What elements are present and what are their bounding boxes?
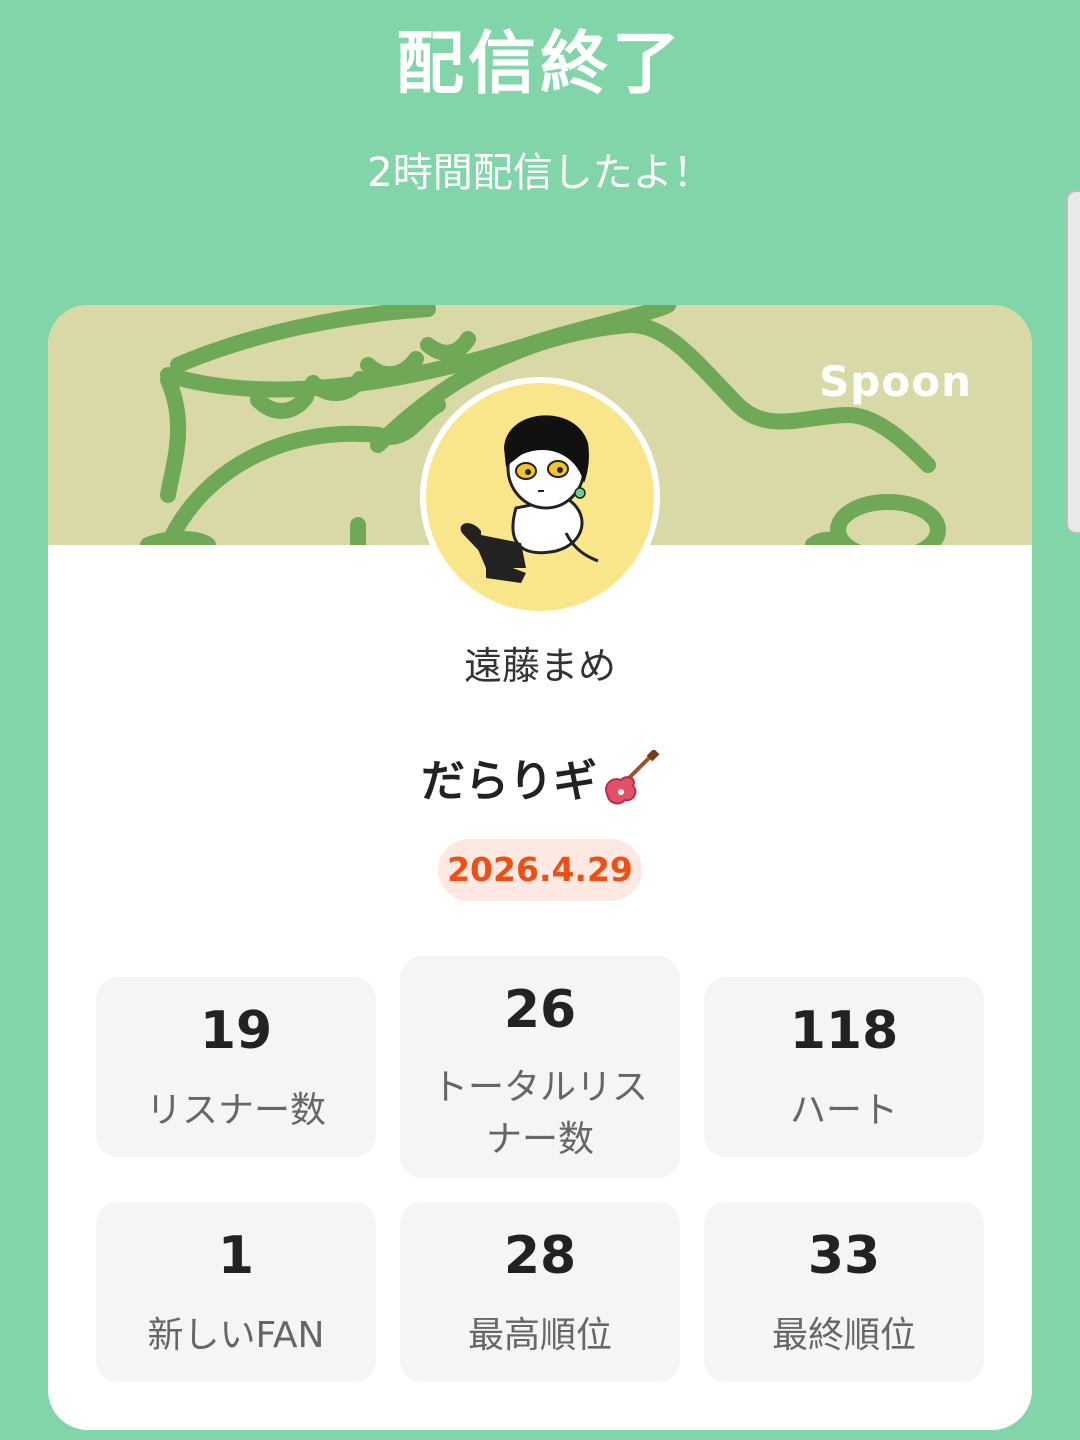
page-title: 配信終了 bbox=[395, 25, 684, 104]
broadcast-summary-card: Spoon 遠藤まめ だらりギ 2026.4.29 19 リスナー数 26 トー… bbox=[48, 305, 1032, 1430]
stat-label: リスナー数 bbox=[145, 1090, 326, 1131]
stat-hearts: 118 ハート bbox=[704, 977, 984, 1157]
stat-label: 最高順位 bbox=[467, 1315, 612, 1356]
stream-title-text: だらりギ bbox=[421, 756, 597, 807]
stat-listeners: 19 リスナー数 bbox=[96, 977, 376, 1157]
spoon-logo: Spoon bbox=[819, 357, 972, 406]
stat-value: 28 bbox=[503, 1226, 577, 1286]
stat-value: 26 bbox=[503, 980, 577, 1040]
stat-value: 19 bbox=[199, 1001, 273, 1061]
stat-label: トータルリスナー数 bbox=[431, 1067, 648, 1160]
stat-label: 新しいFAN bbox=[147, 1315, 325, 1356]
stat-label: 最終順位 bbox=[771, 1315, 916, 1356]
avatar-illustration bbox=[426, 383, 654, 611]
stat-final-rank: 33 最終順位 bbox=[704, 1202, 984, 1382]
avatar[interactable] bbox=[420, 377, 660, 617]
stat-new-fans: 1 新しいFAN bbox=[96, 1202, 376, 1382]
page-subtitle: 2時間配信したよ！ bbox=[367, 150, 713, 196]
stat-value: 118 bbox=[789, 1001, 899, 1061]
stat-value: 33 bbox=[807, 1226, 881, 1286]
scrollbar[interactable] bbox=[1066, 190, 1080, 534]
electric-guitar-icon bbox=[599, 748, 660, 819]
username: 遠藤まめ bbox=[463, 644, 616, 688]
date-badge: 2026.4.29 bbox=[438, 839, 642, 901]
stat-best-rank: 28 最高順位 bbox=[400, 1202, 680, 1382]
stat-label: ハート bbox=[789, 1090, 898, 1131]
stat-total-listeners: 26 トータルリスナー数 bbox=[400, 956, 680, 1178]
stream-title: だらりギ bbox=[48, 745, 1032, 819]
stat-value: 1 bbox=[217, 1226, 255, 1286]
